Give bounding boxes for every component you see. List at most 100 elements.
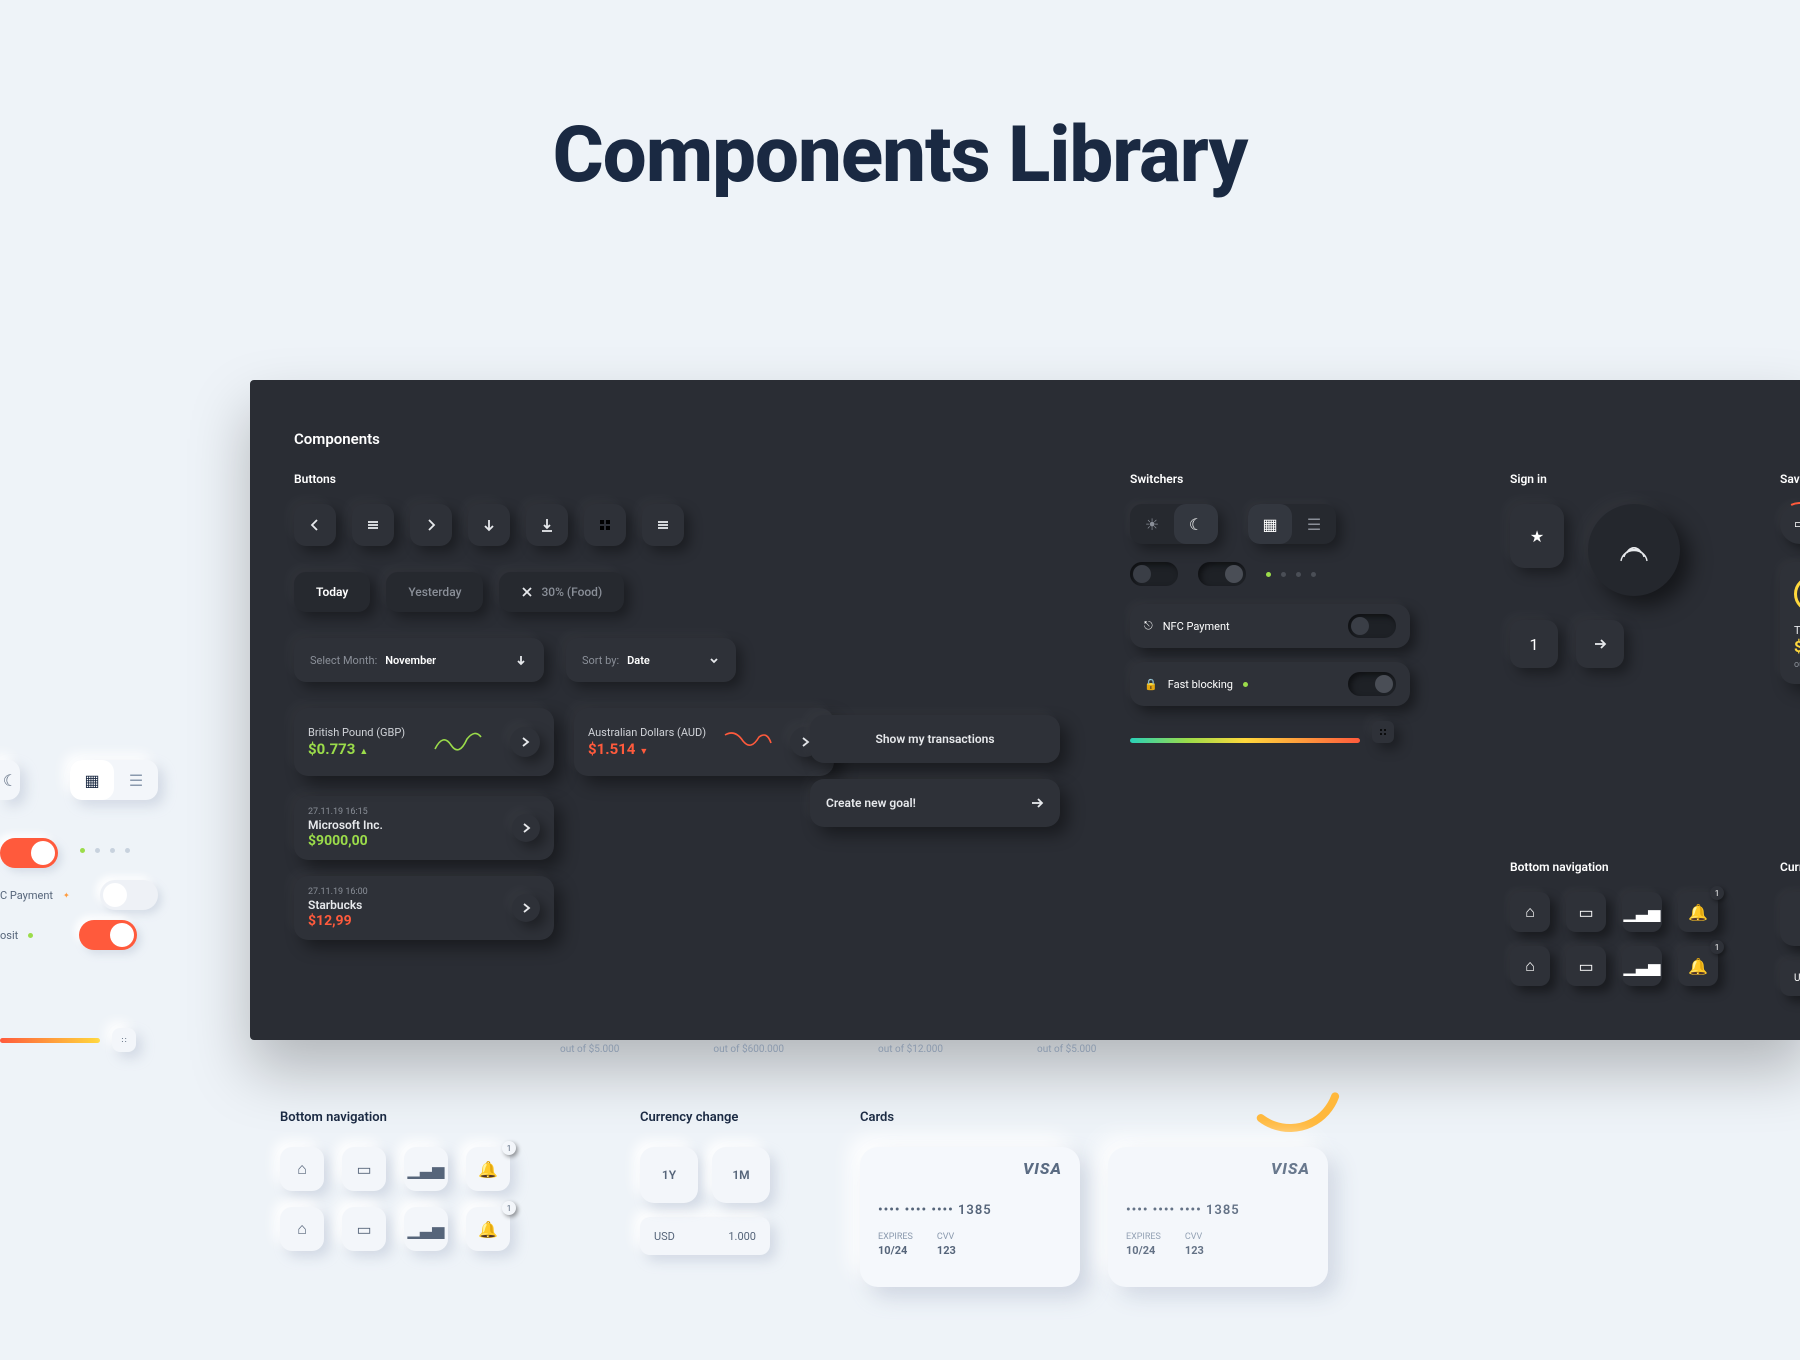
nav-card[interactable]: ▭	[1566, 892, 1606, 932]
goal-ring: 🧳	[1794, 576, 1800, 612]
moon-icon: ☾	[1174, 504, 1218, 544]
card-icon: ▭	[356, 1160, 371, 1179]
transaction-row[interactable]: 27.11.19 16:15 Microsoft Inc. $9000,00	[294, 796, 554, 860]
slider-handle[interactable]	[1372, 721, 1394, 743]
nav-card[interactable]: ▭	[342, 1147, 386, 1191]
goal-out: out of $5.000	[560, 1044, 619, 1055]
chip-row: Today Yesterday 30% (Food)	[294, 572, 834, 612]
section-label-buttons: Buttons	[294, 472, 834, 486]
bell-icon: 🔔	[1688, 957, 1708, 976]
back-button[interactable]	[294, 504, 336, 546]
slider-handle[interactable]: ∷	[112, 1028, 136, 1052]
toggle-off[interactable]	[1130, 562, 1178, 586]
light-color-slider[interactable]: ∷	[0, 1028, 136, 1052]
grid-button[interactable]	[584, 504, 626, 546]
light-toggle-on[interactable]	[0, 838, 58, 868]
create-goal-label: Create new goal!	[826, 796, 916, 810]
chip-today[interactable]: Today	[294, 572, 370, 612]
cc-1m[interactable]: 1M	[1780, 892, 1800, 946]
osit-toggle[interactable]	[79, 920, 137, 950]
cvv-value: 123	[1185, 1244, 1204, 1257]
section-label-cchange: Currency change	[1780, 860, 1800, 874]
osit-label: osit	[0, 929, 18, 942]
list-button[interactable]	[642, 504, 684, 546]
keypad-go[interactable]	[1576, 620, 1624, 668]
sun-icon: ☀	[1130, 504, 1174, 544]
download-button[interactable]	[526, 504, 568, 546]
theme-switch[interactable]: ☀ ☾	[1130, 504, 1218, 544]
forward-button[interactable]	[410, 504, 452, 546]
keypad-1[interactable]: 1	[1510, 620, 1558, 668]
nav-home[interactable]: ⌂	[280, 1207, 324, 1251]
light-view-switch[interactable]: ▦ ☰	[70, 760, 158, 800]
credit-card[interactable]: VISA •••• •••• •••• 1385 EXPIRES10/24 CV…	[860, 1147, 1080, 1287]
menu-button[interactable]	[352, 504, 394, 546]
goal-laptop[interactable]: ▭	[1780, 504, 1800, 544]
setting-nfc[interactable]: ⎋ NFC Payment	[1130, 604, 1410, 648]
create-goal-button[interactable]: Create new goal!	[810, 779, 1060, 827]
cc-usd[interactable]: USD 1.000	[640, 1217, 770, 1255]
goal-title: Trip to Paris	[1794, 624, 1800, 637]
txn-go[interactable]	[512, 814, 540, 842]
wifi-icon: ⎋	[1144, 619, 1153, 633]
nav-bell[interactable]: 🔔1	[1678, 892, 1718, 932]
card-number: •••• •••• •••• 1385	[878, 1203, 1062, 1218]
nav-bell[interactable]: 🔔1	[466, 1207, 510, 1251]
pager-dots[interactable]	[1266, 572, 1316, 577]
goal-out: out of $5.000	[1794, 660, 1800, 670]
card-icon: ▭	[1578, 957, 1593, 976]
chevron-down-icon	[514, 653, 528, 667]
gbp-go[interactable]	[510, 727, 540, 757]
nav-stats[interactable]: ▁▃▅	[1622, 946, 1662, 986]
currency-gbp[interactable]: British Pound (GBP) $0.773▲	[294, 708, 554, 776]
down-button[interactable]	[468, 504, 510, 546]
grid-icon: ▦	[70, 760, 114, 800]
icon-button-row	[294, 504, 834, 546]
nav-card[interactable]: ▭	[1566, 946, 1606, 986]
arrow-right-icon	[520, 902, 532, 914]
expires-value: 10/24	[1126, 1244, 1161, 1257]
nav-bell[interactable]: 🔔1	[466, 1147, 510, 1191]
view-switch[interactable]: ▦ ☰	[1248, 504, 1336, 544]
nav-home[interactable]: ⌂	[1510, 946, 1550, 986]
nfc-toggle[interactable]	[1348, 614, 1396, 638]
section-label-savings: Savings goals	[1780, 472, 1800, 486]
arrow-right-icon	[1592, 636, 1608, 652]
nav-stats[interactable]: ▁▃▅	[1622, 892, 1662, 932]
cc-usd-label: USD	[654, 1230, 675, 1243]
nav-home[interactable]: ⌂	[280, 1147, 324, 1191]
key-star[interactable]: ★	[1510, 504, 1564, 568]
cpayment-toggle[interactable]	[100, 880, 158, 910]
cc-1m[interactable]: 1M	[712, 1147, 770, 1203]
credit-card[interactable]: VISA •••• •••• •••• 1385 EXPIRES10/24 CV…	[1108, 1147, 1328, 1287]
pager-dots[interactable]	[80, 848, 130, 853]
nav-stats[interactable]: ▁▃▅	[404, 1147, 448, 1191]
card-brand: VISA	[1271, 1159, 1310, 1178]
goal-card[interactable]: 🧳 100% Trip to Paris $5.000 out of $5.00…	[1780, 562, 1800, 684]
cc-usd[interactable]: USD 1.000	[1780, 960, 1800, 996]
setting-fast[interactable]: 🔒 Fast blocking	[1130, 662, 1410, 706]
fingerprint-button[interactable]	[1588, 504, 1680, 596]
chip-food[interactable]: 30% (Food)	[499, 572, 624, 612]
expires-label: EXPIRES	[1126, 1232, 1161, 1242]
close-icon	[521, 586, 533, 598]
transaction-row[interactable]: 27.11.19 16:00 Starbucks $12,99	[294, 876, 554, 940]
txn-amount: $9000,00	[308, 833, 512, 849]
select-month[interactable]: Select Month: November	[294, 638, 544, 682]
sort-by[interactable]: Sort by: Date	[566, 638, 736, 682]
nav-stats[interactable]: ▁▃▅	[404, 1207, 448, 1251]
txn-go[interactable]	[512, 894, 540, 922]
color-slider[interactable]	[1130, 738, 1360, 743]
cc-1y[interactable]: 1Y	[640, 1147, 698, 1203]
nav-home[interactable]: ⌂	[1510, 892, 1550, 932]
toggle-on[interactable]	[1198, 562, 1246, 586]
fast-toggle[interactable]	[1348, 672, 1396, 696]
goal-out: out of $600.000	[713, 1044, 784, 1055]
list-icon	[655, 517, 671, 533]
nav-bell[interactable]: 🔔1	[1678, 946, 1718, 986]
currency-aud[interactable]: Australian Dollars (AUD) $1.514▼	[574, 708, 834, 776]
chip-yesterday[interactable]: Yesterday	[386, 572, 483, 612]
nav-card[interactable]: ▭	[342, 1207, 386, 1251]
light-row-osit: osit	[0, 920, 260, 950]
show-transactions-button[interactable]: Show my transactions	[810, 715, 1060, 763]
